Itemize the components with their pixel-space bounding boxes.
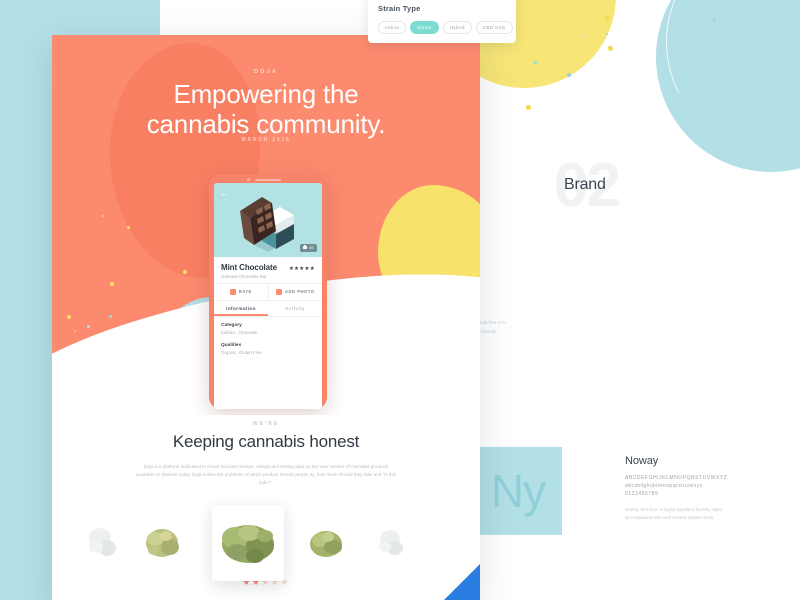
typeface-uppercase: ABCDEFGHIJKLMNOPQRSTUVWXYZ xyxy=(625,475,728,481)
star-icon xyxy=(229,288,236,295)
rate-button[interactable]: RATE xyxy=(214,284,268,300)
product-photo-area: ← 45 xyxy=(214,183,322,257)
typeface-description: Noway font from a digital typeface found… xyxy=(625,507,723,520)
carousel-thumb-featured[interactable] xyxy=(212,504,284,581)
strain-type-title: Strain Type xyxy=(378,4,421,13)
hero-date: MARCH 2018 xyxy=(241,137,291,143)
product-rating-stars: ★★★★★ xyxy=(288,266,315,272)
typeface-numerals: 0123456789 xyxy=(625,491,659,497)
camera-icon xyxy=(275,288,282,295)
add-photo-button[interactable]: ADD PHOTO xyxy=(267,283,323,300)
product-image-5 xyxy=(379,529,403,555)
product-carousel xyxy=(52,501,480,581)
hero-eyebrow: DOJA xyxy=(253,69,279,75)
lower-title: Keeping cannabis honest xyxy=(172,432,360,451)
hero-dot xyxy=(87,325,90,328)
info-row-category: Category Edibles, Chocolate xyxy=(214,317,322,341)
strain-pill-cbd-only[interactable]: CBD Only xyxy=(475,21,513,34)
typeface-lowercase: abcdefghijklmnopqrstuvwxyz xyxy=(625,483,703,489)
product-header: Mint Chocolate ★★★★★ Oatmeal Chocolate B… xyxy=(214,257,322,283)
product-subtitle: Oatmeal Chocolate Bar xyxy=(221,273,267,279)
hero-dot xyxy=(74,330,76,332)
product-title-row: Mint Chocolate ★★★★★ xyxy=(221,263,315,272)
brand-note-line-2: and both friendly xyxy=(462,327,582,336)
info-value: Organic, Gluten Free xyxy=(221,349,262,355)
product-name: Mint Chocolate xyxy=(221,263,277,272)
brand-note-line-1: le. Nice bold font Ano xyxy=(462,320,506,325)
product-image-4 xyxy=(310,530,342,557)
carousel-thumb[interactable] xyxy=(137,519,189,567)
brand-note-text: le. Nice bold font Ano and both friendly xyxy=(462,318,582,336)
tab-activity[interactable]: Activity xyxy=(268,301,322,316)
phone-speaker xyxy=(255,179,281,181)
info-row-qualities: Qualities Organic, Gluten Free xyxy=(214,341,322,361)
carousel-thumb[interactable] xyxy=(366,519,418,567)
product-action-row: RATE ADD PHOTO xyxy=(214,282,323,301)
hero-dot xyxy=(110,282,114,286)
lower-paragraph: Doja is a platform dedicated to crowd so… xyxy=(135,464,397,486)
hero-dot xyxy=(109,315,113,319)
strain-type-pill-group: Indica Sativa Hybrid CBD Only xyxy=(378,21,513,34)
strain-pill-sativa[interactable]: Sativa xyxy=(410,21,439,34)
info-label: Qualities xyxy=(221,342,242,348)
back-arrow-icon[interactable]: ← xyxy=(220,189,229,198)
phone-camera-dot xyxy=(247,178,250,181)
lower-section: WE'RE Keeping cannabis honest Doja is a … xyxy=(52,415,480,600)
hero-title-line-2: cannabis community. xyxy=(146,109,386,139)
info-label: Category xyxy=(221,322,242,328)
lower-eyebrow: WE'RE xyxy=(252,421,280,427)
photo-count-badge: 45 xyxy=(299,243,317,252)
hero-dot xyxy=(127,226,130,229)
add-photo-button-label: ADD PHOTO xyxy=(284,289,315,294)
strain-pill-indica[interactable]: Indica xyxy=(378,21,407,34)
product-image-3 xyxy=(222,524,274,563)
product-image-2 xyxy=(146,528,179,557)
chocolate-illustration xyxy=(240,197,294,252)
hero-dot xyxy=(183,270,187,274)
typeface-name: Noway xyxy=(625,455,659,467)
type-specimen-block: Ny xyxy=(474,447,562,535)
carousel-thumb[interactable] xyxy=(78,519,130,567)
main-shot-card: DOJA Empowering the cannabis community. … xyxy=(52,35,480,600)
hero-dot xyxy=(67,315,71,319)
rate-button-label: RATE xyxy=(238,289,252,294)
type-specimen-letters: Ny xyxy=(490,465,546,517)
section-label: Brand xyxy=(564,176,606,193)
strain-pill-hybrid[interactable]: Hybrid xyxy=(442,21,472,34)
carousel-thumb[interactable] xyxy=(300,519,352,567)
photo-count-value: 45 xyxy=(309,245,314,251)
presentation-canvas: Strain Type Indica Sativa Hybrid CBD Onl… xyxy=(0,0,800,600)
typeface-glyph-set: ABCDEFGHIJKLMNOPQRSTUVWXYZ abcdefghijklm… xyxy=(625,474,775,498)
product-tab-row: Information Activity xyxy=(214,301,322,317)
hero-dot xyxy=(102,215,105,218)
corner-accent-triangle xyxy=(444,564,480,600)
info-value: Edibles, Chocolate xyxy=(221,329,258,335)
product-image-1 xyxy=(89,527,116,556)
camera-icon xyxy=(303,245,308,250)
strain-type-card: Strain Type Indica Sativa Hybrid CBD Onl… xyxy=(368,0,516,43)
hero-title-line-1: Empowering the xyxy=(173,79,359,109)
tab-active-indicator xyxy=(214,314,268,316)
app-screen: ← 45 Mint Chocolate ★★★★★ Oatmeal Chocol… xyxy=(214,183,322,409)
phone-mockup: ← 45 Mint Chocolate ★★★★★ Oatmeal Chocol… xyxy=(209,174,327,409)
typeface-spec: Noway ABCDEFGHIJKLMNOPQRSTUVWXYZ abcdefg… xyxy=(625,455,775,522)
hero-title: Empowering the cannabis community. xyxy=(52,79,480,139)
